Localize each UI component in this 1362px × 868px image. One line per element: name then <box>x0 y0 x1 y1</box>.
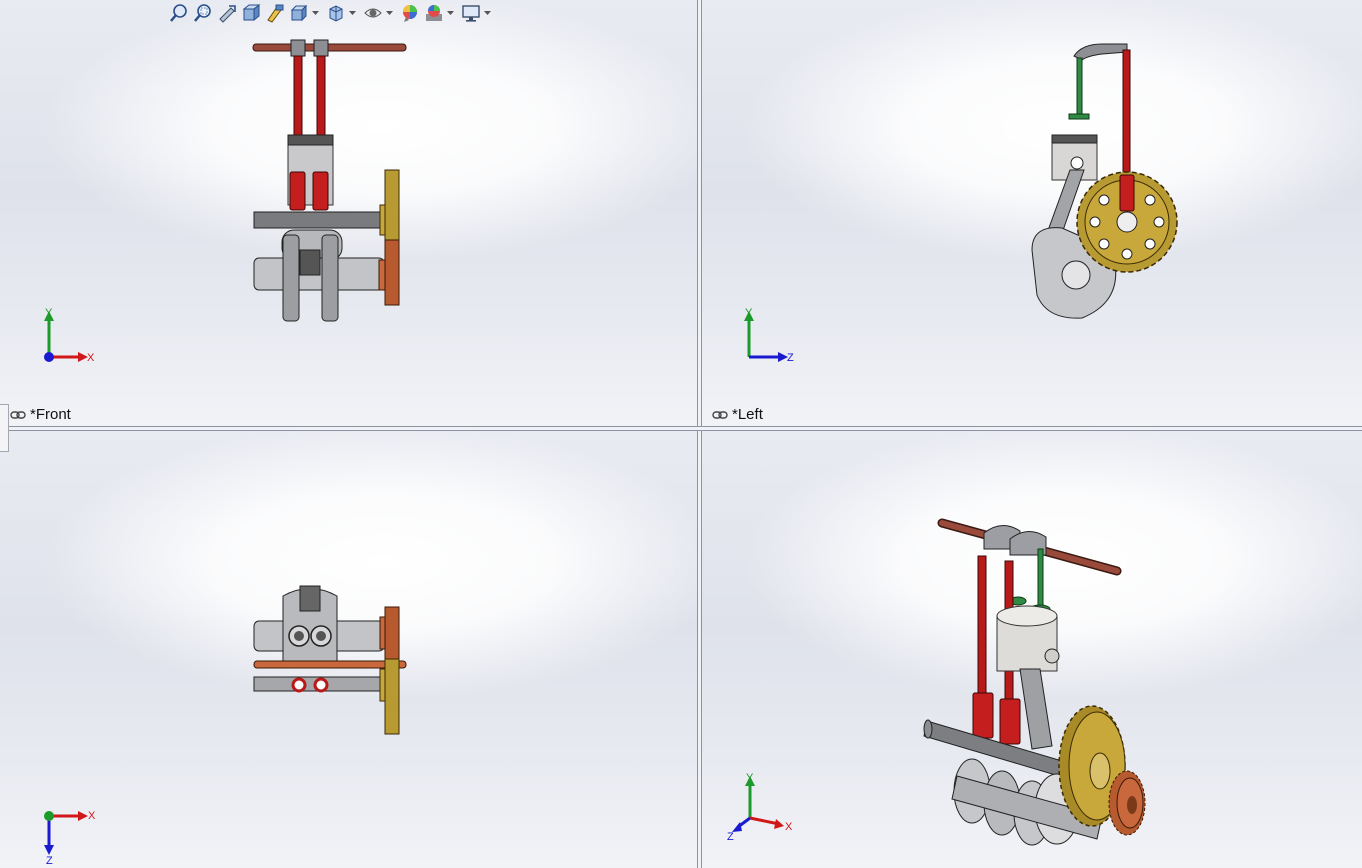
axis-x-label: X <box>785 821 793 833</box>
view-orientation-button[interactable] <box>288 2 310 24</box>
section-view-icon <box>242 3 261 22</box>
previous-view-icon <box>219 5 236 23</box>
axis-x-label: X <box>87 352 95 364</box>
hide-show-items-icon <box>364 8 382 18</box>
axis-z-label: Z <box>787 352 794 364</box>
axis-z-label: Z <box>727 831 734 843</box>
apply-scene-button[interactable] <box>423 2 445 24</box>
chevron-down-icon <box>386 11 393 15</box>
axis-y-label: Y <box>45 307 53 319</box>
viewport-splitter-vertical[interactable] <box>697 0 702 868</box>
chevron-down-icon <box>447 11 454 15</box>
hide-show-items-dropdown[interactable] <box>386 2 393 24</box>
apply-scene-dropdown[interactable] <box>447 2 454 24</box>
zoom-to-area-button[interactable] <box>192 2 214 24</box>
axis-triad-top: X Z <box>44 810 96 865</box>
dynamic-annotation-button[interactable] <box>264 2 286 24</box>
section-view-button[interactable] <box>240 2 262 24</box>
model-top-view[interactable] <box>0 431 697 868</box>
display-style-dropdown[interactable] <box>349 2 356 24</box>
zoom-to-area-icon <box>194 4 211 22</box>
view-settings-button[interactable] <box>460 2 482 24</box>
axis-triad-front: Y X <box>44 307 95 364</box>
edit-appearance-icon <box>403 5 417 22</box>
chevron-down-icon <box>484 11 491 15</box>
viewport-isometric[interactable]: Y X Z <box>702 431 1362 868</box>
view-orientation-icon <box>290 4 308 22</box>
hide-show-items-button[interactable] <box>362 2 384 24</box>
axis-y-label: Y <box>746 772 754 784</box>
view-settings-icon <box>462 5 480 22</box>
view-orientation-dropdown[interactable] <box>312 2 319 24</box>
axis-y-label: Y <box>745 307 753 319</box>
axis-z-label: Z <box>46 855 53 865</box>
feature-manager-collapse-tab[interactable] <box>0 404 9 452</box>
viewport-name: *Front <box>30 406 71 423</box>
heads-up-view-toolbar <box>168 1 495 25</box>
display-style-button[interactable] <box>325 2 347 24</box>
viewport-left[interactable]: Y Z *Left <box>702 0 1362 426</box>
axis-x-label: X <box>88 810 96 822</box>
viewport-front[interactable]: Y X *Front <box>0 0 697 426</box>
link-views-icon <box>712 410 728 419</box>
apply-scene-icon <box>426 5 442 21</box>
link-views-icon <box>10 410 26 419</box>
previous-view-button[interactable] <box>216 2 238 24</box>
display-style-icon <box>329 5 343 22</box>
viewport-splitter-horizontal[interactable] <box>0 426 1362 431</box>
chevron-down-icon <box>312 11 319 15</box>
dynamic-annotation-icon <box>267 4 284 23</box>
viewport-name: *Left <box>732 406 763 423</box>
zoom-to-fit-button[interactable] <box>168 2 190 24</box>
edit-appearance-button[interactable] <box>399 2 421 24</box>
zoom-to-fit-icon <box>170 4 187 22</box>
view-settings-dropdown[interactable] <box>484 2 491 24</box>
axis-triad-isometric: Y X Z <box>727 772 793 843</box>
viewport-label-front[interactable]: *Front <box>10 406 71 423</box>
axis-triad-left: Y Z <box>744 307 794 364</box>
viewport-label-left[interactable]: *Left <box>712 406 763 423</box>
chevron-down-icon <box>349 11 356 15</box>
viewport-top[interactable]: X Z <box>0 431 697 868</box>
